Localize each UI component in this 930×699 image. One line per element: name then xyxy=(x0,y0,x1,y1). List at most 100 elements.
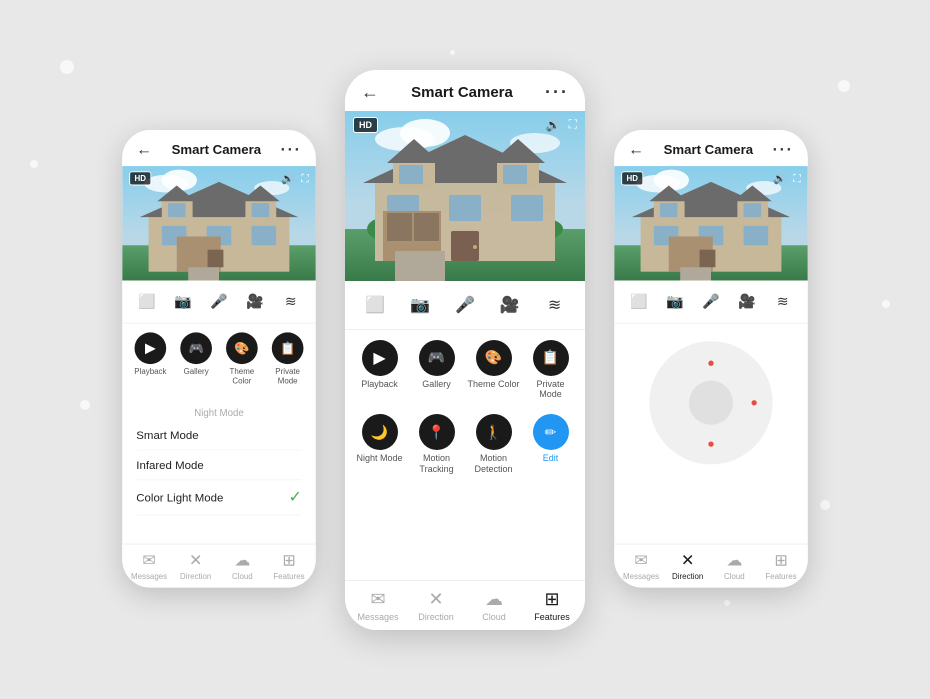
theme-btn-left[interactable]: 🎨 Theme Color xyxy=(221,332,263,385)
phone-center-title: Smart Camera xyxy=(411,84,513,101)
nav-messages-left[interactable]: ✉ Messages xyxy=(126,551,173,580)
phone-right-header: ← Smart Camera ··· xyxy=(614,129,808,165)
night-mode-btn-center[interactable]: 🌙 Night Mode xyxy=(353,414,406,475)
dpad-inner[interactable] xyxy=(689,380,733,424)
fullscreen-icon-center[interactable]: ⛶ xyxy=(569,117,577,132)
private-icon-center: 📋 xyxy=(533,340,569,376)
smart-mode-label: Smart Mode xyxy=(136,427,198,440)
fullscreen-icon-left[interactable]: ⛶ xyxy=(301,171,308,184)
nav-cloud-center[interactable]: ☁ Cloud xyxy=(465,589,523,622)
mic-btn-right[interactable]: 🎤 xyxy=(699,289,724,314)
video-btn-right[interactable]: 🎥 xyxy=(735,289,760,314)
features-center-row2: 🌙 Night Mode 📍 Motion Tracking 🚶 Motion … xyxy=(345,410,585,483)
playback-btn-left[interactable]: ▶ Playback xyxy=(129,332,171,385)
volume-icon-right[interactable]: 🔊 xyxy=(773,172,786,184)
theme-icon-left: 🎨 xyxy=(226,332,258,364)
capture-btn-left[interactable]: 📷 xyxy=(171,289,196,314)
nav-messages-center[interactable]: ✉ Messages xyxy=(349,589,407,622)
private-icon-left: 📋 xyxy=(272,332,304,364)
hd-badge-left: HD xyxy=(129,171,151,185)
nav-messages-right[interactable]: ✉ Messages xyxy=(618,551,665,580)
motion-detection-label-center: Motion Detection xyxy=(467,453,520,475)
playback-icon-center: ▶ xyxy=(362,340,398,376)
back-button-center[interactable]: ← xyxy=(361,82,379,103)
back-button-right[interactable]: ← xyxy=(628,140,644,158)
color-light-mode-item[interactable]: Color Light Mode ✓ xyxy=(136,479,301,514)
direction-icon-left: ✕ xyxy=(189,551,202,569)
volume-icon-left[interactable]: 🔊 xyxy=(281,172,294,184)
video-icons-left: 🔊 ⛶ xyxy=(281,171,309,184)
nav-cloud-left[interactable]: ☁ Cloud xyxy=(219,551,266,580)
mic-btn-left[interactable]: 🎤 xyxy=(207,289,232,314)
phone-left: ← Smart Camera ··· xyxy=(122,129,316,587)
motion-detection-btn-center[interactable]: 🚶 Motion Detection xyxy=(467,414,520,475)
volume-icon-center[interactable]: 🔊 xyxy=(546,118,561,132)
video-btn-left[interactable]: 🎥 xyxy=(243,289,268,314)
features-label-right: Features xyxy=(765,571,796,580)
direction-pad-right xyxy=(614,323,808,481)
phone-left-title: Smart Camera xyxy=(172,142,262,157)
screenshot-btn-center[interactable]: ⬜ xyxy=(361,291,389,319)
dpad-outer[interactable] xyxy=(649,341,772,464)
messages-label-left: Messages xyxy=(131,571,167,580)
hd-badge-right: HD xyxy=(621,171,643,185)
infared-mode-item[interactable]: Infared Mode xyxy=(136,449,301,479)
messages-label-center: Messages xyxy=(357,612,398,622)
screenshot-btn-right[interactable]: ⬜ xyxy=(627,289,652,314)
private-btn-center[interactable]: 📋 Private Mode xyxy=(524,340,577,401)
nav-cloud-right[interactable]: ☁ Cloud xyxy=(711,551,758,580)
nav-direction-left[interactable]: ✕ Direction xyxy=(172,551,219,580)
motion-tracking-icon-center: 📍 xyxy=(419,414,455,450)
hd-badge-center: HD xyxy=(353,117,378,133)
nav-features-left[interactable]: ⊞ Features xyxy=(266,551,313,580)
edit-btn-center[interactable]: ✏ Edit xyxy=(524,414,577,475)
edit-label-center: Edit xyxy=(543,453,559,464)
more-btn-right[interactable]: ≋ xyxy=(770,289,795,314)
back-button-left[interactable]: ← xyxy=(136,140,152,158)
nav-features-right[interactable]: ⊞ Features xyxy=(758,551,805,580)
nav-direction-right[interactable]: ✕ Direction xyxy=(664,551,711,580)
private-btn-left[interactable]: 📋 Private Mode xyxy=(267,332,309,385)
night-mode-label-center: Night Mode xyxy=(356,453,402,464)
screenshot-icon-center: ⬜ xyxy=(361,291,389,319)
screenshot-btn-left[interactable]: ⬜ xyxy=(135,289,160,314)
dpad-dot-bottom xyxy=(708,441,713,446)
theme-btn-center[interactable]: 🎨 Theme Color xyxy=(467,340,520,401)
playback-btn-center[interactable]: ▶ Playback xyxy=(353,340,406,401)
video-btn-center[interactable]: 🎥 xyxy=(496,291,524,319)
more-menu-left[interactable]: ··· xyxy=(281,140,302,158)
more-menu-center[interactable]: ··· xyxy=(545,82,569,103)
fullscreen-icon-right[interactable]: ⛶ xyxy=(793,171,800,184)
more-btn-left[interactable]: ≋ xyxy=(278,289,303,314)
gallery-btn-center[interactable]: 🎮 Gallery xyxy=(410,340,463,401)
direction-icon-right: ✕ xyxy=(681,551,694,569)
features-icon-center: ⊞ xyxy=(544,589,559,610)
video-toolbar-right: HD 🔊 ⛶ xyxy=(621,171,801,185)
nav-direction-center[interactable]: ✕ Direction xyxy=(407,589,465,622)
capture-btn-center[interactable]: 📷 xyxy=(406,291,434,319)
features-icon-left: ⊞ xyxy=(282,551,295,569)
playback-label-center: Playback xyxy=(361,379,398,390)
capture-icon-left: 📷 xyxy=(171,289,196,314)
motion-tracking-btn-center[interactable]: 📍 Motion Tracking xyxy=(410,414,463,475)
capture-icon-right: 📷 xyxy=(663,289,688,314)
cloud-label-right: Cloud xyxy=(724,571,745,580)
more-menu-right[interactable]: ··· xyxy=(773,140,794,158)
private-label-center: Private Mode xyxy=(524,379,577,401)
dpad-dot-right xyxy=(751,400,756,405)
capture-btn-right[interactable]: 📷 xyxy=(663,289,688,314)
video-icon-right: 🎥 xyxy=(735,289,760,314)
direction-label-center: Direction xyxy=(418,612,454,622)
messages-label-right: Messages xyxy=(623,571,659,580)
more-btn-center[interactable]: ≋ xyxy=(541,291,569,319)
video-toolbar-center: HD 🔊 ⛶ xyxy=(353,117,577,133)
night-mode-sublabel: Night Mode xyxy=(136,399,301,419)
gallery-btn-left[interactable]: 🎮 Gallery xyxy=(175,332,217,385)
theme-label-center: Theme Color xyxy=(467,379,519,390)
video-icon-center: 🎥 xyxy=(496,291,524,319)
mic-btn-center[interactable]: 🎤 xyxy=(451,291,479,319)
nav-features-center[interactable]: ⊞ Features xyxy=(523,589,581,622)
smart-mode-item[interactable]: Smart Mode xyxy=(136,420,301,450)
mic-icon-right: 🎤 xyxy=(699,289,724,314)
messages-icon-right: ✉ xyxy=(634,551,647,569)
